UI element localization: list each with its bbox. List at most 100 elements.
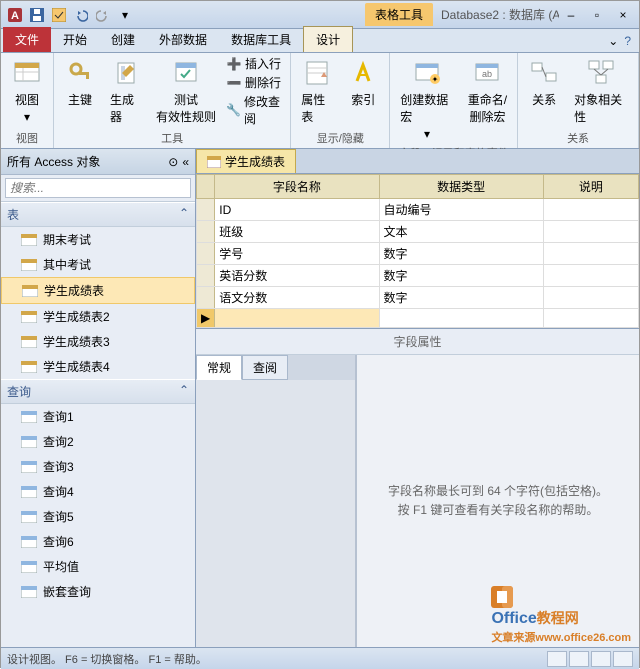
help-icon[interactable]: ? [624, 34, 631, 48]
search-input[interactable] [5, 178, 191, 198]
propsheet-label: 属性表 [301, 91, 333, 125]
nav-group-header[interactable]: 表⌃ [1, 202, 195, 227]
dropdown-icon: ▾ [424, 127, 430, 141]
nav-query-item[interactable]: 嵌套查询 [1, 579, 195, 604]
table-icon [21, 336, 37, 348]
nav-table-item[interactable]: 学生成绩表4 [1, 354, 195, 379]
nav-dropdown-icon[interactable]: ⊙ [168, 155, 178, 169]
nav-query-item[interactable]: 平均值 [1, 554, 195, 579]
svg-text:A: A [11, 10, 19, 22]
nav-table-item[interactable]: 期末考试 [1, 227, 195, 252]
prop-tabs-panel: 常规 查阅 [196, 355, 356, 647]
redo-icon[interactable] [93, 5, 113, 25]
delete-row-button[interactable]: ➖删除行 [226, 74, 284, 91]
object-tab-label: 学生成绩表 [225, 153, 285, 170]
dependencies-button[interactable]: 对象相关性 [570, 55, 632, 127]
nav-query-item[interactable]: 查询6 [1, 529, 195, 554]
save-icon[interactable] [27, 5, 47, 25]
tab-general[interactable]: 常规 [196, 355, 242, 380]
nav-table-item[interactable]: 学生成绩表 [1, 277, 195, 304]
modify-lookup-button[interactable]: 🔧修改查阅 [226, 93, 284, 127]
nav-table-item[interactable]: 学生成绩表2 [1, 304, 195, 329]
view-datasheet-button[interactable] [547, 651, 567, 667]
query-icon [21, 511, 37, 523]
modify-label: 修改查阅 [244, 93, 284, 127]
qat-unknown-icon[interactable] [49, 5, 69, 25]
app-icon[interactable]: A [5, 5, 25, 25]
view-sql-button[interactable] [591, 651, 611, 667]
property-sheet-button[interactable]: 属性表 [297, 55, 337, 127]
group-showhide: 属性表 索引 显示/隐藏 [291, 53, 390, 148]
nav-collapse-icon[interactable]: « [182, 155, 189, 169]
props-title: 字段属性 [196, 329, 639, 355]
index-button[interactable]: 索引 [343, 55, 383, 110]
tab-external[interactable]: 外部数据 [147, 27, 219, 52]
tab-home[interactable]: 开始 [51, 27, 99, 52]
rel-label: 关系 [532, 91, 556, 108]
test-rules-button[interactable]: 测试 有效性规则 [152, 55, 220, 127]
watermark: Office教程网 文章来源www.office26.com [491, 586, 631, 645]
window-title: Database2 : 数据库 (Access 20... [441, 6, 559, 23]
tab-lookup[interactable]: 查阅 [242, 355, 288, 380]
insert-row-button[interactable]: ➕插入行 [226, 55, 284, 72]
nav-title: 所有 Access 对象 [7, 153, 168, 170]
nav-query-item[interactable]: 查询3 [1, 454, 195, 479]
pk-label: 主键 [68, 91, 92, 108]
query-icon [21, 461, 37, 473]
nav-table-item[interactable]: 其中考试 [1, 252, 195, 277]
group-tools-label: 工具 [161, 128, 183, 146]
nav-table-item[interactable]: 学生成绩表3 [1, 329, 195, 354]
table-icon [22, 285, 38, 297]
view-icon [11, 57, 43, 89]
object-tab-active[interactable]: 学生成绩表 [196, 149, 296, 173]
query-icon [21, 561, 37, 573]
view-design-button[interactable] [569, 651, 589, 667]
insert-label: 插入行 [245, 55, 281, 72]
builder-icon [110, 57, 142, 89]
tab-file[interactable]: 文件 [3, 27, 51, 52]
status-bar: 设计视图。 F6 = 切换窗格。 F1 = 帮助。 [1, 647, 639, 669]
test-label: 测试 有效性规则 [156, 91, 216, 125]
restore-button[interactable]: ▫ [585, 8, 609, 22]
nav-header[interactable]: 所有 Access 对象 ⊙ « [1, 149, 195, 175]
titlebar: A ▾ 表格工具 Database2 : 数据库 (Access 20... –… [1, 1, 639, 29]
table-icon [207, 156, 221, 168]
relationships-button[interactable]: 关系 [524, 55, 564, 110]
ribbon-tabs: 文件 开始 创建 外部数据 数据库工具 设计 ⌄ ? [1, 29, 639, 53]
group-events: ✦ 创建数据宏▾ ab 重命名/ 删除宏 字段、记录和表格事件 [390, 53, 518, 148]
row-ops: ➕插入行 ➖删除行 🔧修改查阅 [226, 55, 284, 127]
view-form-button[interactable] [613, 651, 633, 667]
nav-group-header[interactable]: 查询⌃ [1, 379, 195, 404]
status-text: 设计视图。 F6 = 切换窗格。 F1 = 帮助。 [7, 651, 207, 667]
rename-macro-icon: ab [471, 57, 503, 89]
nav-query-item[interactable]: 查询5 [1, 504, 195, 529]
group-tools: 主键 生成器 测试 有效性规则 ➕插入行 ➖删除行 🔧修改查阅 工具 [54, 53, 291, 148]
view-button[interactable]: 视图 ▾ [7, 55, 47, 126]
close-button[interactable]: × [611, 8, 635, 22]
navigation-pane: 所有 Access 对象 ⊙ « 表⌃期末考试其中考试学生成绩表学生成绩表2学生… [1, 149, 196, 647]
tab-create[interactable]: 创建 [99, 27, 147, 52]
group-rel-label: 关系 [567, 128, 589, 146]
undo-icon[interactable] [71, 5, 91, 25]
context-tab-label: 表格工具 [365, 3, 433, 26]
query-icon [21, 586, 37, 598]
nav-query-item[interactable]: 查询2 [1, 429, 195, 454]
modify-lookup-icon: 🔧 [226, 102, 241, 118]
index-icon [347, 57, 379, 89]
rename-macro-button[interactable]: ab 重命名/ 删除宏 [464, 55, 511, 127]
primary-key-button[interactable]: 主键 [60, 55, 100, 110]
create-macro-button[interactable]: ✦ 创建数据宏▾ [396, 55, 457, 143]
builder-button[interactable]: 生成器 [106, 55, 146, 127]
tab-dbtools[interactable]: 数据库工具 [219, 27, 303, 52]
query-icon [21, 486, 37, 498]
minimize-button[interactable]: – [559, 8, 583, 22]
qat-customize-icon[interactable]: ▾ [115, 5, 135, 25]
test-icon [170, 57, 202, 89]
nav-search [1, 175, 195, 202]
ribbon-minimize-icon[interactable]: ⌄ [608, 34, 618, 48]
nav-query-item[interactable]: 查询1 [1, 404, 195, 429]
tab-design[interactable]: 设计 [303, 26, 353, 52]
nav-query-item[interactable]: 查询4 [1, 479, 195, 504]
design-grid[interactable]: 字段名称数据类型说明ID自动编号班级文本学号数字英语分数数字语文分数数字▶ [196, 174, 639, 329]
table-icon [21, 311, 37, 323]
